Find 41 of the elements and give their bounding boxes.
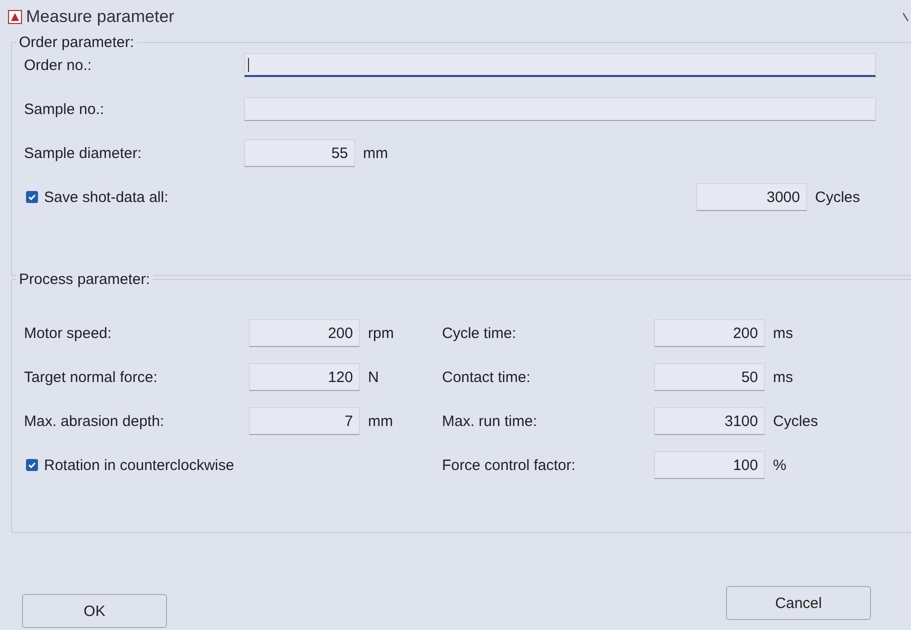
app-logo-icon xyxy=(8,10,22,24)
unit-label: ms xyxy=(773,368,793,386)
number-field[interactable]: 200 xyxy=(249,319,360,347)
field-label: Force control factor: xyxy=(442,456,576,474)
number-field[interactable]: 3100 xyxy=(654,407,765,435)
checkbox[interactable] xyxy=(26,191,38,203)
group-title: Process parameter: xyxy=(16,271,153,288)
field-label: Max. run time: xyxy=(442,412,538,430)
field-label: Order no.: xyxy=(24,56,93,74)
unit-label: rpm xyxy=(368,324,394,342)
checkbox[interactable] xyxy=(26,459,38,471)
unit-label: N xyxy=(368,368,379,386)
checkbox-label: Save shot-data all: xyxy=(44,188,168,206)
field-label: Target normal force: xyxy=(24,368,158,386)
close-icon[interactable] xyxy=(903,12,909,22)
unit-label: mm xyxy=(368,412,393,430)
field-label: Contact time: xyxy=(442,368,532,386)
unit-label: % xyxy=(773,456,786,474)
number-field[interactable]: 100 xyxy=(654,451,765,479)
text-field[interactable] xyxy=(244,53,876,77)
field-label: Cycle time: xyxy=(442,324,518,342)
checkbox-label: Rotation in counterclockwise xyxy=(44,456,234,474)
unit-label: Cycles xyxy=(773,412,818,430)
dialog-button[interactable]: OK xyxy=(22,594,167,628)
number-field[interactable]: 55 xyxy=(244,139,355,167)
field-label: Sample no.: xyxy=(24,100,106,118)
unit-label: Cycles xyxy=(815,188,862,206)
unit-label: ms xyxy=(773,324,793,342)
number-field[interactable]: 7 xyxy=(249,407,360,435)
field-label: Motor speed: xyxy=(24,324,113,342)
group-title: Order parameter: xyxy=(16,34,138,51)
number-field[interactable]: 120 xyxy=(249,363,360,391)
unit-label: mm xyxy=(363,144,388,162)
window-title: Measure parameter xyxy=(26,7,174,27)
field-label: Sample diameter: xyxy=(24,144,143,162)
number-field[interactable]: 50 xyxy=(654,363,765,391)
dialog-button[interactable]: Cancel xyxy=(726,586,871,620)
text-field[interactable] xyxy=(244,97,876,121)
field-label: Max. abrasion depth: xyxy=(24,412,166,430)
number-field[interactable]: 3000 xyxy=(696,183,807,211)
number-field[interactable]: 200 xyxy=(654,319,765,347)
